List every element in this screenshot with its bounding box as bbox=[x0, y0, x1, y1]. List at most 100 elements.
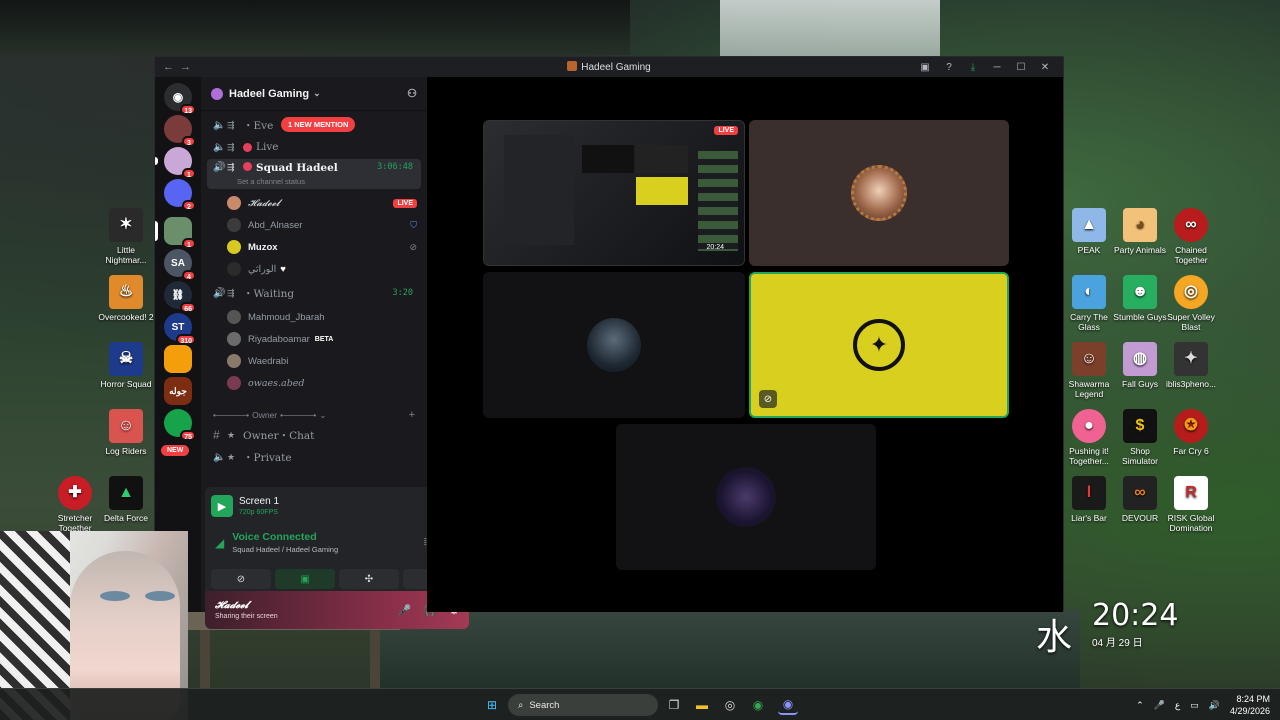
server-icon-2[interactable]: 1 bbox=[155, 147, 196, 179]
user-tile-abd-alnaser[interactable] bbox=[483, 272, 745, 418]
server-icon-1[interactable]: 3 bbox=[164, 115, 196, 147]
user-tile-hadeel[interactable] bbox=[749, 120, 1009, 266]
server-icon-green[interactable]: 75 bbox=[164, 409, 196, 441]
desktop-icon-party-animals[interactable]: ◕ Party Animals bbox=[1111, 208, 1169, 255]
guild-header[interactable]: Hadeel Gaming ⌄ ⚇ bbox=[201, 77, 427, 111]
help-icon[interactable]: ? bbox=[937, 59, 961, 75]
desktop-icon-stretcher-together[interactable]: ✚ Stretcher Together bbox=[46, 476, 104, 533]
desktop-icon-pushing-it-together[interactable]: ● Pushing it! Together... bbox=[1060, 409, 1118, 466]
desktop-icon-little-nightmares[interactable]: ✶ Little Nightmar... bbox=[97, 208, 155, 265]
desktop-icon-label: Shawarma Legend bbox=[1068, 379, 1110, 399]
task-view-icon[interactable]: ❐ bbox=[664, 695, 684, 715]
desktop-icon-fall-guys[interactable]: ◍ Fall Guys bbox=[1111, 342, 1169, 389]
steam-icon[interactable]: ◎ bbox=[720, 695, 740, 715]
voice-user-mahmoud[interactable]: Mahmoud_Jbarah bbox=[227, 307, 417, 327]
horror-squad-icon: ☠ bbox=[109, 342, 143, 376]
minimize-button[interactable]: ─ bbox=[985, 59, 1009, 75]
notification-badge: 13 bbox=[180, 104, 196, 115]
avatar bbox=[227, 218, 241, 232]
desktop-icon-log-riders[interactable]: ☺ Log Riders bbox=[97, 409, 155, 456]
voice-user-riyadaboamar[interactable]: Riyadaboamar BETA bbox=[227, 329, 417, 349]
desktop-icon-overcooked[interactable]: ♨ Overcooked! 2 bbox=[97, 275, 155, 322]
desktop-icon-liars-bar[interactable]: l Liar's Bar bbox=[1060, 476, 1118, 523]
desktop-icon-peak[interactable]: ▲ PEAK bbox=[1060, 208, 1118, 255]
voice-channel-squad-hadeel[interactable]: 🔊 ⇶ Squad Hadeel 3:06:48 Set a channel st… bbox=[207, 159, 421, 189]
voice-user-muzox[interactable]: Muzox ⊘ bbox=[227, 237, 417, 257]
desktop-icon-carry-the-glass[interactable]: ◐ Carry The Glass bbox=[1060, 275, 1118, 332]
screen-title: Screen 1 bbox=[239, 496, 280, 507]
user-info[interactable]: 𝓗𝓪𝓭𝓮𝓮𝓵 Sharing their screen bbox=[215, 600, 278, 620]
server-icon-emperor[interactable] bbox=[164, 345, 192, 373]
desktop-icon-shop-simulator[interactable]: $ Shop Simulator bbox=[1111, 409, 1169, 466]
desktop-icon-label: Carry The Glass bbox=[1070, 312, 1108, 332]
voice-location[interactable]: Squad Hadeel / Hadeel Gaming bbox=[232, 545, 338, 554]
add-member-icon[interactable]: ⚇ bbox=[407, 87, 417, 100]
voice-user-hadeel[interactable]: 𝓗𝓪𝓭𝓮𝓮𝓵 LIVE bbox=[227, 193, 417, 213]
download-icon[interactable]: ⤓ bbox=[961, 59, 985, 75]
inbox-icon[interactable]: ▣ bbox=[913, 59, 937, 75]
notification-badge: 66 bbox=[180, 302, 196, 313]
server-icon-link[interactable]: ⛓ 66 bbox=[164, 281, 196, 313]
category-owner[interactable]: •─────• Owner •─────• ⌄ + bbox=[213, 407, 423, 423]
desktop-icon-label: PEAK bbox=[1077, 245, 1101, 255]
screen-share-card[interactable]: ▶ Screen 1 720p 60FPS ⊠ bbox=[211, 493, 461, 519]
language-indicator[interactable]: ع bbox=[1175, 700, 1180, 711]
server-label: SA bbox=[171, 257, 185, 269]
text-channel-owner-chat[interactable]: # ★ Owner・Chat bbox=[207, 425, 421, 445]
user-tile-wings[interactable] bbox=[616, 424, 876, 570]
new-servers-pill[interactable]: NEW bbox=[161, 445, 190, 456]
signal-icon[interactable]: ◢ bbox=[215, 536, 224, 550]
desktop-icon-iblis[interactable]: ✦ iblis3pheno... bbox=[1162, 342, 1220, 389]
voice-user-owaes[interactable]: owaes.abed bbox=[227, 373, 417, 393]
chained-together-icon: ∞ bbox=[1174, 208, 1208, 242]
channel-status-input[interactable]: Set a channel status bbox=[237, 177, 305, 186]
desktop-icon-far-cry-6[interactable]: ✪ Far Cry 6 bbox=[1162, 409, 1220, 456]
direct-messages-button[interactable]: ◉ 13 bbox=[164, 83, 196, 115]
network-icon[interactable]: ▭ bbox=[1190, 700, 1199, 711]
stream-tile-screen-share[interactable]: LIVE 20:24 bbox=[483, 120, 745, 266]
close-button[interactable]: ✕ bbox=[1033, 59, 1057, 75]
mic-tray-icon[interactable]: 🎤 bbox=[1154, 700, 1165, 711]
desktop-icon-shawarma-legend[interactable]: ☺ Shawarma Legend bbox=[1060, 342, 1118, 399]
voice-user-waedrabi[interactable]: Waedrabi bbox=[227, 351, 417, 371]
chevron-up-icon[interactable]: ⌃ bbox=[1136, 700, 1144, 711]
voice-user-abd-alnaser[interactable]: Abd_Alnaser ⛉ bbox=[227, 215, 417, 235]
server-icon-hadeel-gaming[interactable]: 1 bbox=[155, 217, 196, 249]
search-box[interactable]: ⌕ Search bbox=[508, 694, 658, 716]
maximize-button[interactable]: ☐ bbox=[1009, 59, 1033, 75]
desktop-icon-label: Shop Simulator bbox=[1122, 446, 1158, 466]
server-icon-sa[interactable]: SA 4 bbox=[164, 249, 196, 281]
server-icon-jawla[interactable]: جوله bbox=[164, 377, 192, 405]
start-button[interactable]: ⊞ bbox=[482, 695, 502, 715]
super-volley-blast-icon: ◎ bbox=[1174, 275, 1208, 309]
file-explorer-icon[interactable]: ▬ bbox=[692, 695, 712, 715]
voice-channel-private[interactable]: 🔈 ★ ・Private bbox=[207, 447, 421, 467]
camera-off-button[interactable]: ⊘ bbox=[211, 569, 271, 589]
discord-taskbar-icon[interactable]: ◉ bbox=[778, 695, 798, 715]
desktop-icon-delta-force[interactable]: ▲ Delta Force bbox=[97, 476, 155, 523]
chrome-icon[interactable]: ◉ bbox=[748, 695, 768, 715]
activities-button[interactable]: ✣ bbox=[339, 569, 399, 589]
tray-clock[interactable]: 8:24 PM 4/29/2026 bbox=[1230, 693, 1270, 717]
voice-user-4[interactable]: الوراثي ♥ bbox=[227, 259, 417, 279]
share-screen-button[interactable]: ▣ bbox=[275, 569, 335, 589]
voice-channel-waiting[interactable]: 🔊 ⇶ ・Waiting 3:20 bbox=[207, 283, 421, 303]
live-badge: LIVE bbox=[714, 126, 738, 135]
avatar bbox=[227, 310, 241, 324]
desktop-icon-chained-together[interactable]: ∞ Chained Together bbox=[1162, 208, 1220, 265]
server-icon-3[interactable]: 2 bbox=[164, 179, 196, 211]
voice-channel-live[interactable]: 🔈 ⇶ Live bbox=[207, 137, 421, 157]
desktop-icon-devour[interactable]: ∞ DEVOUR bbox=[1111, 476, 1169, 523]
new-mention-pill[interactable]: 1 NEW MENTION bbox=[281, 117, 356, 132]
voice-status[interactable]: Voice Connected bbox=[232, 531, 338, 543]
current-user-status: Sharing their screen bbox=[215, 613, 278, 620]
mic-icon[interactable]: 🎤 bbox=[398, 604, 412, 617]
user-tile-muzox[interactable]: ✦ ⊘ bbox=[749, 272, 1009, 418]
desktop-icon-risk[interactable]: R RISK Global Domination bbox=[1162, 476, 1220, 533]
desktop-icon-super-volley-blast[interactable]: ◎ Super Volley Blast bbox=[1162, 275, 1220, 332]
desktop-icon-stumble-guys[interactable]: ☻ Stumble Guys bbox=[1111, 275, 1169, 322]
add-channel-icon[interactable]: + bbox=[409, 409, 415, 421]
volume-icon[interactable]: 🔊 bbox=[1209, 700, 1220, 711]
server-icon-st[interactable]: ST 310 bbox=[164, 313, 196, 345]
desktop-icon-horror-squad[interactable]: ☠ Horror Squad bbox=[97, 342, 155, 389]
